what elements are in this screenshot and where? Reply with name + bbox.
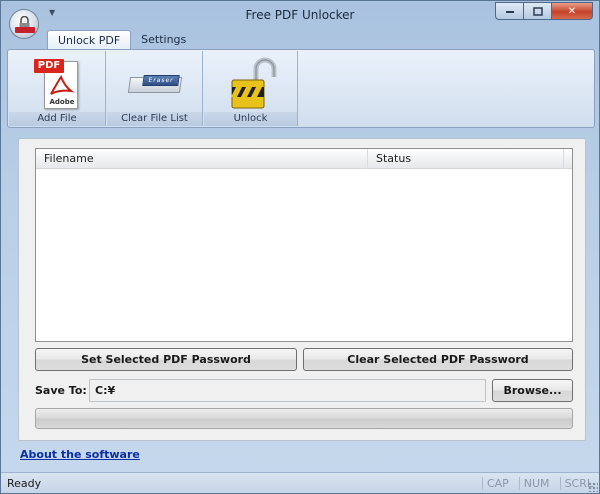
- tab-unlock-pdf[interactable]: Unlock PDF: [47, 30, 132, 50]
- close-icon: ✕: [567, 5, 577, 17]
- acrobat-symbol-icon: [50, 75, 74, 95]
- pdf-flag-label: PDF: [34, 59, 64, 73]
- clear-file-list-label: Clear File List: [107, 112, 202, 126]
- add-file-button[interactable]: PDF Adobe: [10, 52, 104, 116]
- window-controls: ✕: [495, 2, 593, 20]
- pdf-brand-label: Adobe: [49, 98, 75, 106]
- ribbon-group-add-file: PDF Adobe Add File: [9, 51, 106, 126]
- pdf-file-icon: PDF Adobe: [32, 57, 82, 111]
- minimize-button[interactable]: [495, 2, 523, 20]
- status-indicators: CAP NUM SCRL: [481, 477, 593, 490]
- clear-file-list-button[interactable]: Eraser: [108, 52, 201, 116]
- eraser-band-label: Eraser: [141, 75, 180, 86]
- maximize-button[interactable]: [523, 2, 551, 20]
- ribbon-group-unlock: Unlock: [204, 51, 298, 126]
- ribbon-tabs: Unlock PDF Settings: [47, 30, 196, 50]
- app-menu-button[interactable]: [9, 9, 39, 39]
- ribbon: PDF Adobe Add File Eraser Clear File Lis…: [7, 49, 595, 128]
- add-file-label: Add File: [9, 112, 105, 126]
- app-pdf-tag-icon: [15, 27, 35, 33]
- minimize-icon: [505, 11, 514, 13]
- ribbon-group-clear-file-list: Eraser Clear File List: [107, 51, 203, 126]
- caps-lock-indicator: CAP: [481, 477, 509, 490]
- unlock-label: Unlock: [204, 112, 297, 126]
- tab-settings[interactable]: Settings: [131, 30, 196, 50]
- file-list-header: Filename Status: [36, 149, 572, 169]
- title-bar[interactable]: Free PDF Unlocker ▼ ✕: [1, 1, 599, 29]
- browse-button[interactable]: Browse...: [492, 379, 573, 402]
- unlock-padlock-icon: [230, 57, 276, 109]
- app-window: Free PDF Unlocker ▼ ✕ Unlock PDF Setting…: [0, 0, 600, 494]
- about-software-link[interactable]: About the software: [20, 448, 140, 461]
- save-to-label: Save To:: [35, 384, 87, 397]
- eraser-icon: Eraser: [127, 69, 183, 99]
- close-button[interactable]: ✕: [551, 2, 593, 20]
- status-text: Ready: [7, 477, 42, 490]
- status-bar: Ready CAP NUM SCRL: [1, 472, 599, 493]
- file-list[interactable]: Filename Status: [35, 148, 573, 342]
- progress-bar: [35, 408, 573, 429]
- resize-grip-icon[interactable]: [588, 482, 598, 492]
- num-lock-indicator: NUM: [518, 477, 550, 490]
- column-header-spacer: [564, 149, 572, 169]
- unlock-button[interactable]: [205, 52, 296, 116]
- save-to-input[interactable]: [89, 379, 486, 402]
- quick-access-dropdown-icon[interactable]: ▼: [49, 8, 55, 17]
- column-header-filename[interactable]: Filename: [36, 149, 368, 169]
- main-panel: Filename Status Set Selected PDF Passwor…: [18, 138, 586, 441]
- set-password-button[interactable]: Set Selected PDF Password: [35, 348, 297, 371]
- clear-password-button[interactable]: Clear Selected PDF Password: [303, 348, 573, 371]
- maximize-icon: [532, 6, 543, 16]
- column-header-status[interactable]: Status: [368, 149, 564, 169]
